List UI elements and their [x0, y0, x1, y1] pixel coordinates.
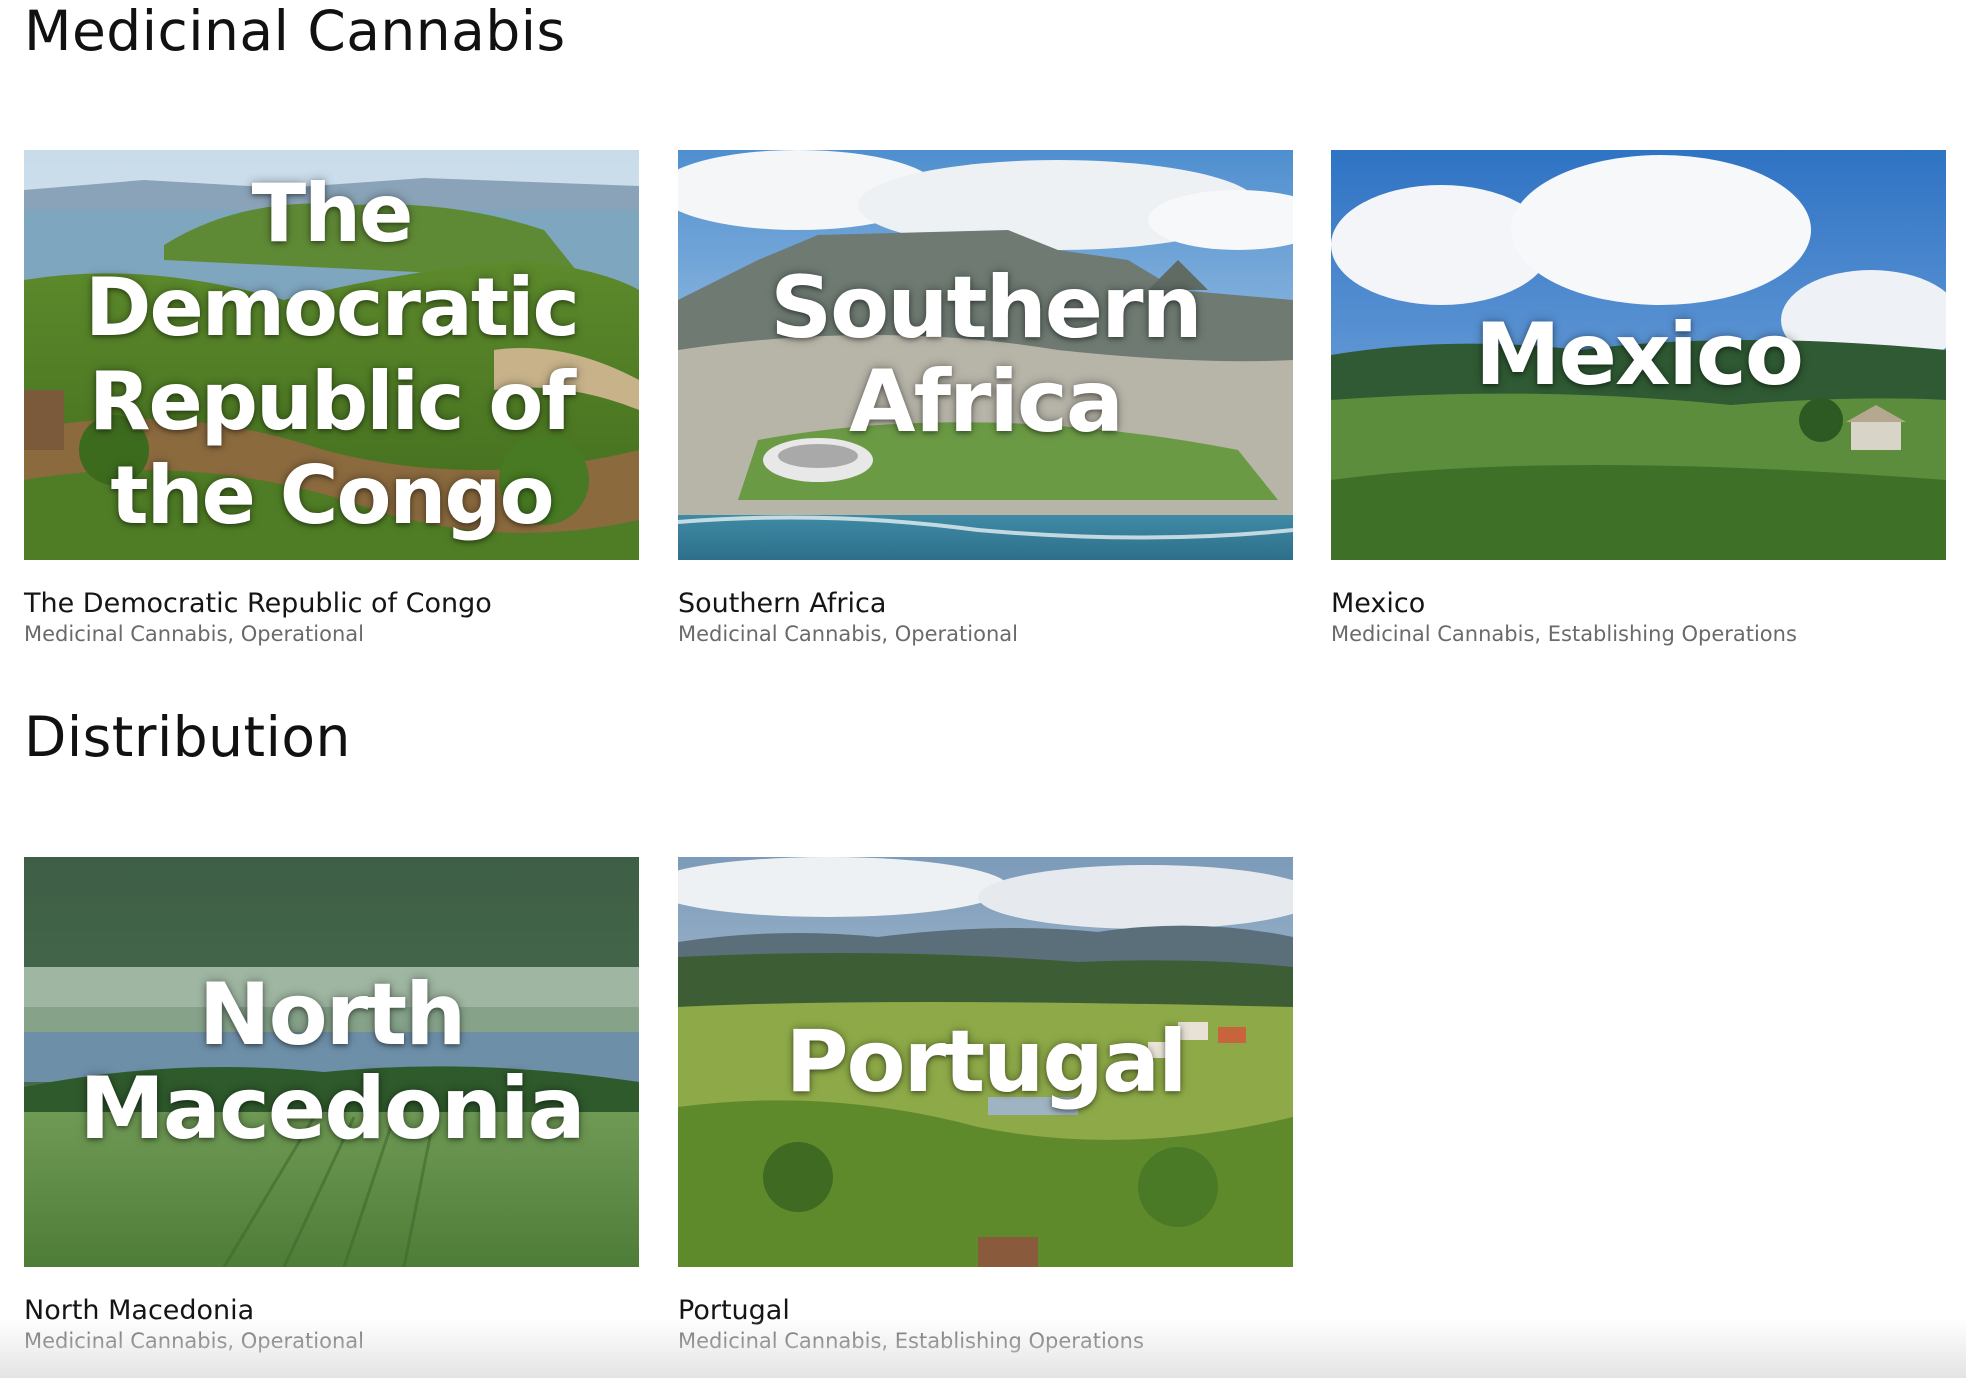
card-image-southern-africa: Southern Africa — [678, 150, 1293, 560]
card-image-drc: The Democratic Republic of the Congo — [24, 150, 639, 560]
card-southern-africa[interactable]: Southern Africa Southern Africa Medicina… — [678, 150, 1293, 646]
card-meta-portugal: Medicinal Cannabis, Establishing Operati… — [678, 1329, 1144, 1353]
card-overlay-title-portugal: Portugal — [785, 1012, 1188, 1112]
card-title-north-macedonia: North Macedonia — [24, 1295, 255, 1326]
card-overlay-title-north-macedonia: North Macedonia — [79, 965, 585, 1159]
card-image-portugal: Portugal — [678, 857, 1293, 1267]
card-mexico[interactable]: Mexico Mexico Medicinal Cannabis, Establ… — [1331, 150, 1946, 646]
card-overlay-title-southern-africa: Southern Africa — [770, 258, 1203, 452]
card-title-portugal: Portugal — [678, 1295, 790, 1326]
card-overlay-title-mexico: Mexico — [1475, 305, 1804, 405]
card-meta-mexico: Medicinal Cannabis, Establishing Operati… — [1331, 622, 1797, 646]
card-meta-drc: Medicinal Cannabis, Operational — [24, 622, 364, 646]
card-meta-southern-africa: Medicinal Cannabis, Operational — [678, 622, 1018, 646]
card-title-mexico: Mexico — [1331, 588, 1426, 619]
card-meta-north-macedonia: Medicinal Cannabis, Operational — [24, 1329, 364, 1353]
card-drc[interactable]: The Democratic Republic of the Congo The… — [24, 150, 639, 646]
card-overlay-title-drc: The Democratic Republic of the Congo — [85, 167, 580, 542]
card-image-north-macedonia: North Macedonia — [24, 857, 639, 1267]
card-title-drc: The Democratic Republic of Congo — [24, 588, 492, 619]
section-title-distribution: Distribution — [24, 705, 351, 769]
section-title-medicinal-cannabis: Medicinal Cannabis — [24, 0, 566, 63]
card-portugal[interactable]: Portugal Portugal Medicinal Cannabis, Es… — [678, 857, 1293, 1353]
card-title-southern-africa: Southern Africa — [678, 588, 887, 619]
page: Medicinal Cannabis The Democratic Republ… — [0, 0, 1966, 1378]
card-image-mexico: Mexico — [1331, 150, 1946, 560]
card-north-macedonia[interactable]: North Macedonia North Macedonia Medicina… — [24, 857, 639, 1353]
